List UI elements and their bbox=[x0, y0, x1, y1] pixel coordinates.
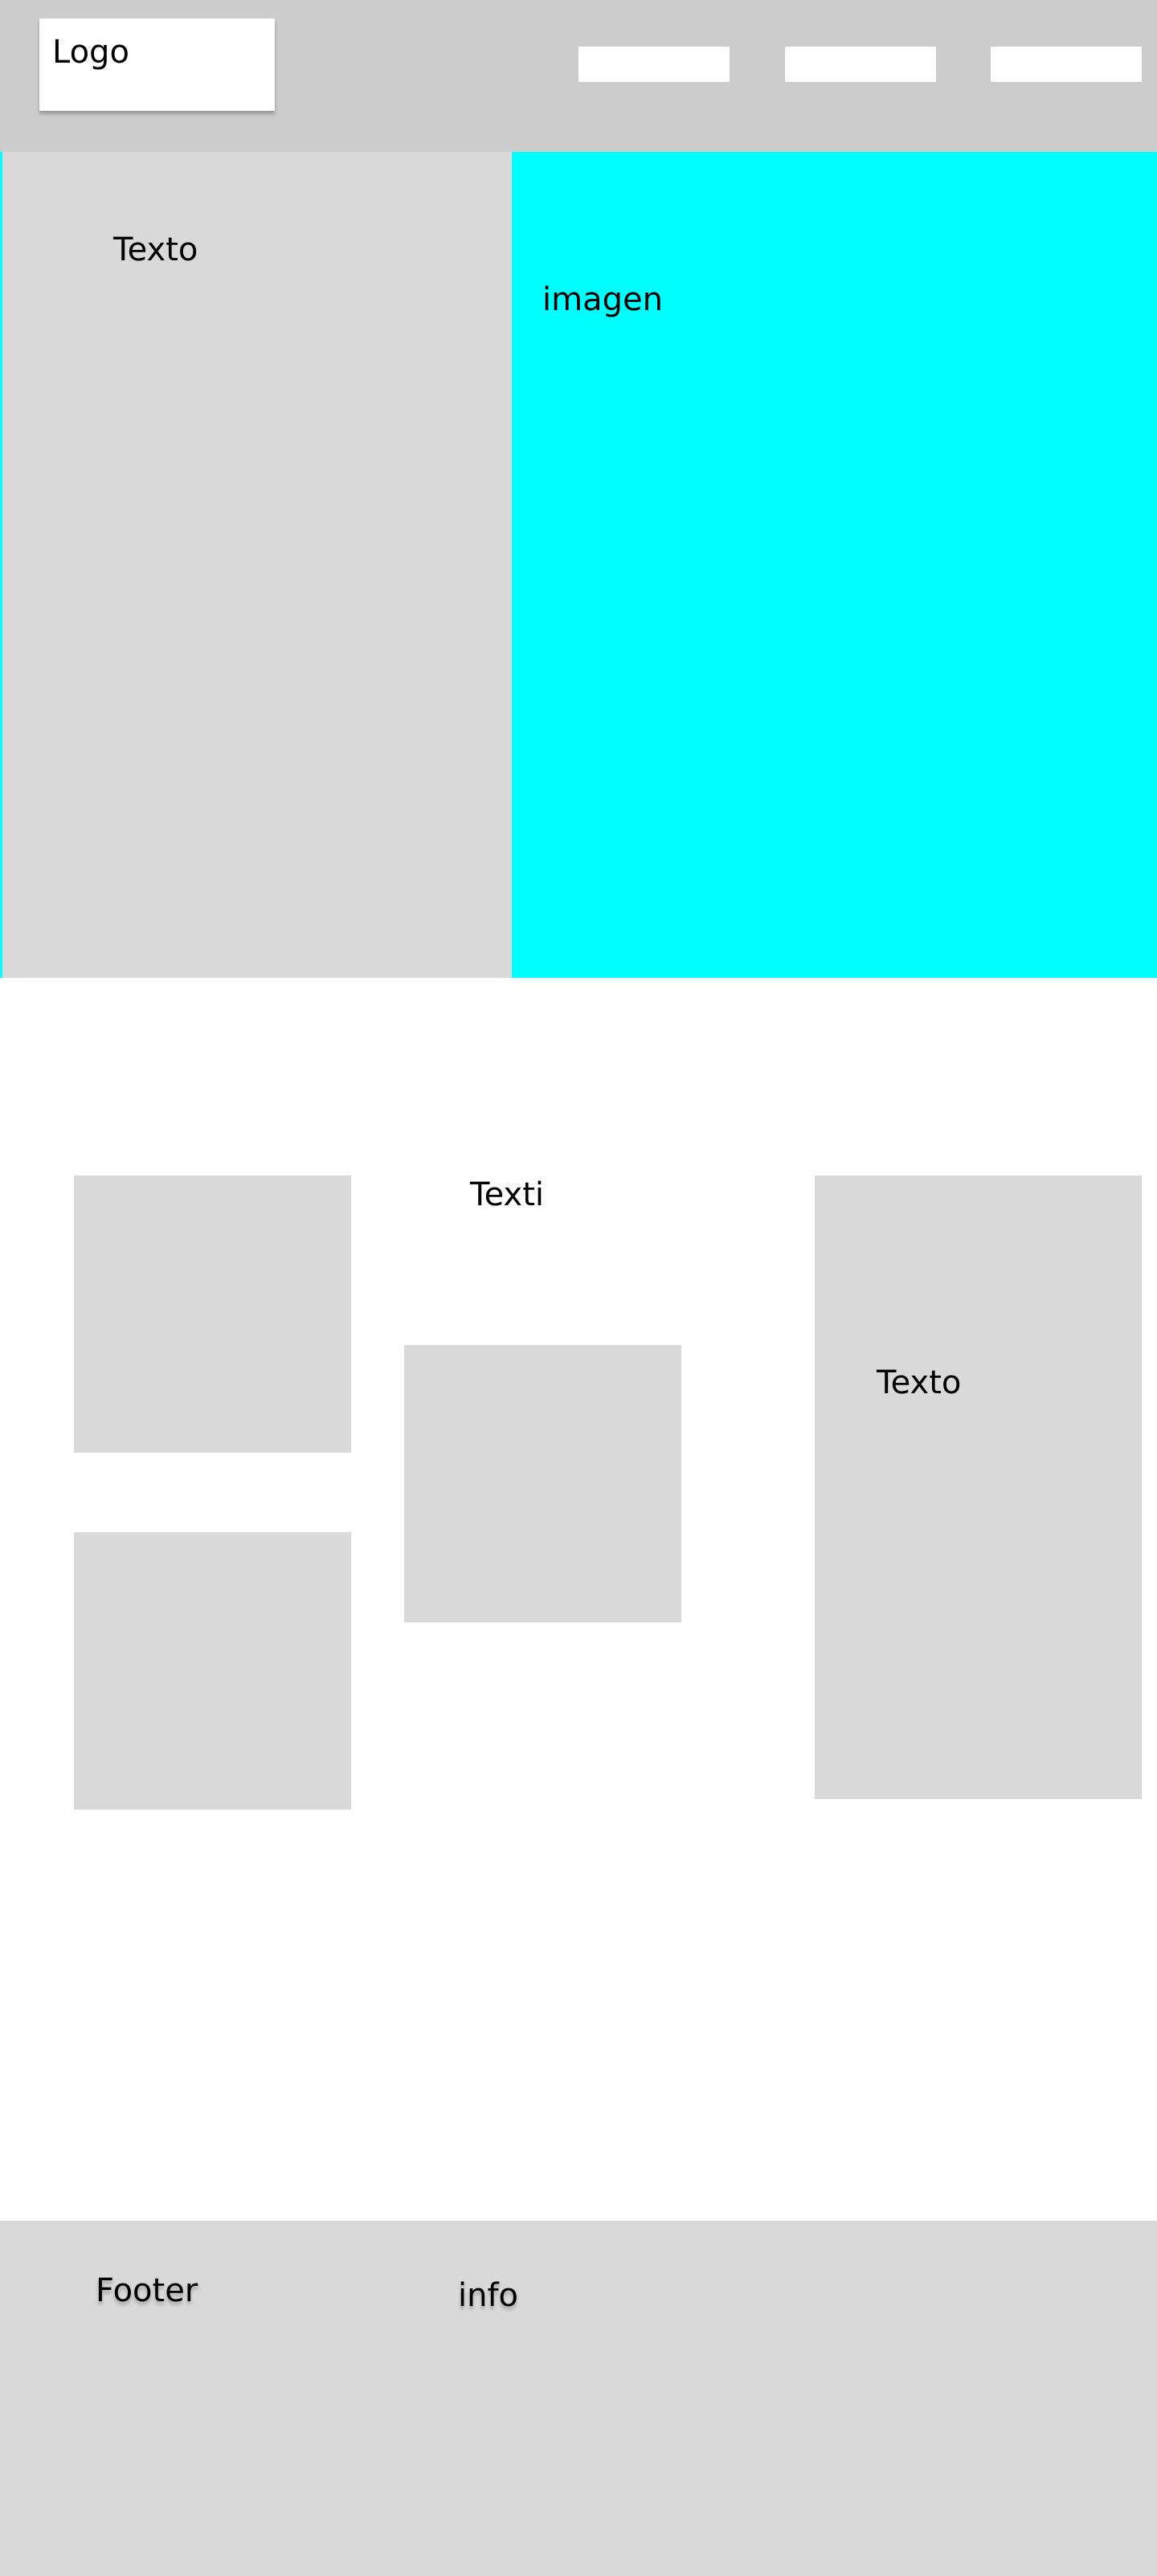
hero-text: Texto bbox=[113, 231, 198, 268]
nav-item-1[interactable] bbox=[578, 47, 730, 82]
content-card-3 bbox=[404, 1345, 681, 1622]
content-title: Texti bbox=[470, 1176, 545, 1213]
content-card-2 bbox=[74, 1532, 351, 1809]
content-card-1 bbox=[74, 1176, 351, 1453]
hero-text-panel bbox=[0, 152, 512, 978]
nav-item-3[interactable] bbox=[991, 47, 1142, 82]
nav-item-2[interactable] bbox=[785, 47, 936, 82]
content-card-tall-text: Texto bbox=[877, 1364, 962, 1401]
footer-info: info bbox=[458, 2277, 519, 2314]
footer-title: Footer bbox=[96, 2272, 198, 2309]
hero-image-label: imagen bbox=[542, 281, 663, 318]
hero-image-placeholder bbox=[512, 152, 1157, 978]
logo-label: Logo bbox=[52, 34, 129, 71]
content-card-tall bbox=[815, 1176, 1142, 1799]
